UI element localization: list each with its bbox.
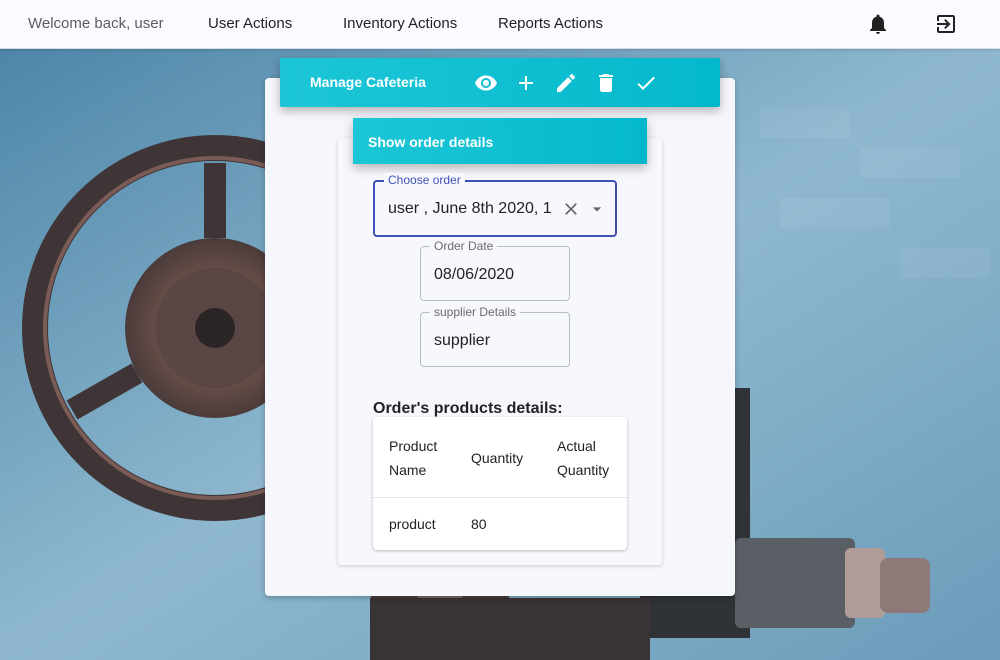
cell-product-name: product	[389, 516, 436, 532]
top-app-bar: Welcome back, user User Actions Inventor…	[0, 0, 1000, 49]
order-date-label: Order Date	[430, 239, 498, 253]
order-details-header: Show order details	[353, 118, 647, 164]
welcome-text: Welcome back, user	[28, 15, 164, 32]
nav-reports-actions[interactable]: Reports Actions	[498, 15, 603, 32]
manage-cafeteria-toolbar: Manage Cafeteria	[280, 58, 720, 107]
delete-icon[interactable]	[594, 71, 618, 95]
order-details-title: Show order details	[368, 134, 494, 150]
supplier-details-value[interactable]: supplier	[434, 332, 490, 350]
check-icon[interactable]	[634, 71, 658, 95]
edit-icon[interactable]	[554, 71, 578, 95]
eye-icon[interactable]	[474, 71, 498, 95]
choose-order-value[interactable]: user , June 8th 2020, 1	[388, 200, 551, 218]
header-divider	[373, 497, 627, 498]
clear-icon[interactable]	[561, 199, 581, 219]
exit-icon[interactable]	[934, 12, 958, 36]
column-header-actual-quantity[interactable]: Actual Quantity	[557, 434, 627, 482]
order-date-field[interactable]: Order Date 08/06/2020	[420, 239, 570, 301]
column-header-product-name[interactable]: Product Name	[389, 434, 459, 482]
cell-quantity: 80	[471, 516, 487, 532]
order-date-value[interactable]: 08/06/2020	[434, 266, 514, 284]
supplier-details-field[interactable]: supplier Details supplier	[420, 305, 570, 367]
products-section-title: Order's products details:	[373, 400, 563, 417]
add-icon[interactable]	[514, 71, 538, 95]
products-table: Product Name Quantity Actual Quantity pr…	[373, 417, 627, 550]
toolbar-title: Manage Cafeteria	[310, 74, 426, 90]
column-header-quantity[interactable]: Quantity	[471, 446, 523, 470]
choose-order-select[interactable]: Choose order user , June 8th 2020, 1	[373, 173, 617, 237]
nav-user-actions[interactable]: User Actions	[208, 15, 292, 32]
dropdown-arrow-icon[interactable]	[587, 199, 607, 219]
nav-inventory-actions[interactable]: Inventory Actions	[343, 15, 457, 32]
bell-icon[interactable]	[866, 12, 890, 36]
supplier-details-label: supplier Details	[430, 305, 521, 319]
choose-order-label: Choose order	[384, 173, 465, 187]
